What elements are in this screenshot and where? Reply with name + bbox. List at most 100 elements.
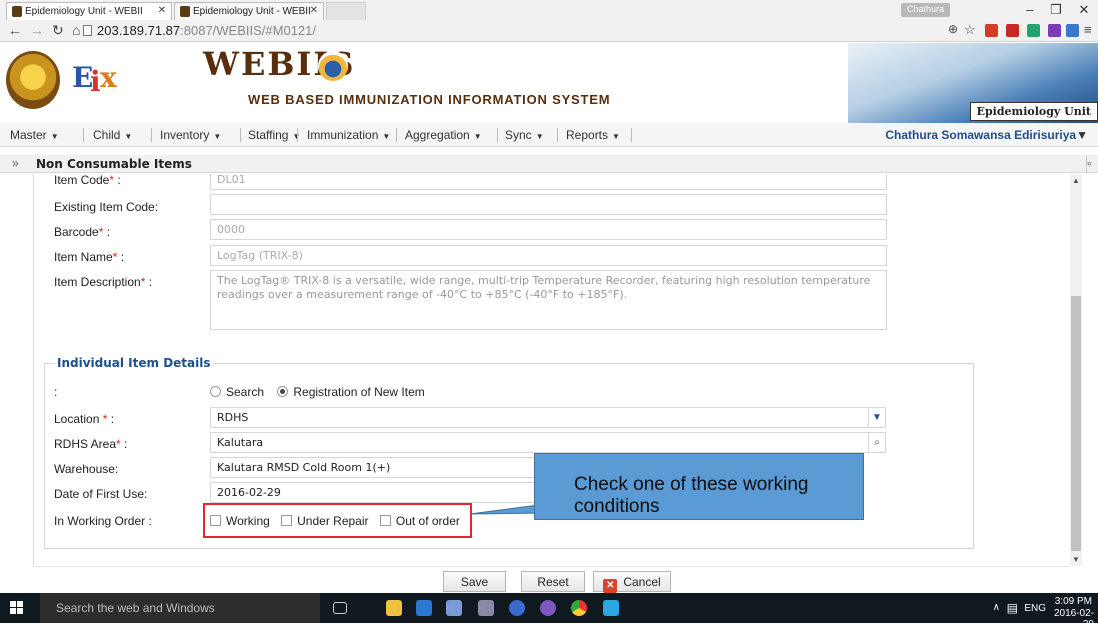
menu-label: Staffing <box>248 128 289 142</box>
language-indicator[interactable]: ENG <box>1024 603 1046 614</box>
menu-sync[interactable]: Sync ▼ <box>505 128 544 142</box>
menu-separator <box>497 128 498 142</box>
file-explorer-icon[interactable] <box>386 600 402 616</box>
mode-radio-group: Search Registration of New Item <box>210 385 425 399</box>
forward-icon[interactable]: → <box>30 22 44 38</box>
close-window-icon[interactable]: ✕ <box>1074 2 1094 18</box>
epidemiology-logo-icon: E i x <box>70 57 128 103</box>
notification-icon[interactable]: ▤ <box>1007 601 1018 615</box>
search-icon[interactable]: ⌕ <box>868 432 886 453</box>
r-app-icon[interactable] <box>509 600 525 616</box>
app-icon[interactable] <box>478 600 494 616</box>
registration-radio[interactable]: Registration of New Item <box>277 385 425 399</box>
bookmark-star-icon[interactable]: ☆ <box>964 22 976 38</box>
extension-icon[interactable] <box>1066 24 1079 37</box>
menu-separator <box>151 128 152 142</box>
menu-aggregation[interactable]: Aggregation ▼ <box>405 128 482 142</box>
back-icon[interactable]: ← <box>8 22 22 38</box>
location-dropdown-icon[interactable]: ▼ <box>868 407 886 428</box>
menu-separator <box>240 128 241 142</box>
warehouse-field[interactable]: Kalutara RMSD Cold Room 1(+) <box>210 457 540 478</box>
highlight-box <box>203 503 472 538</box>
tray-up-icon[interactable]: ∧ <box>993 602 1000 613</box>
reload-icon[interactable]: ↻ <box>52 22 64 39</box>
menu-master[interactable]: Master ▼ <box>10 128 59 142</box>
home-icon[interactable]: ⌂ <box>72 22 80 38</box>
main-menu: Master▼ Child▼ Inventory▼ Staffing▼ Immu… <box>0 123 1098 147</box>
vertical-scrollbar[interactable]: ▲ ▼ <box>1070 174 1082 566</box>
expand-sidebar-icon[interactable]: » <box>12 156 19 170</box>
caret-down-icon: ▼ <box>382 132 391 141</box>
app-icon[interactable] <box>603 600 619 616</box>
radio-circle-selected <box>277 386 289 397</box>
panel-title: Non Consumable Items <box>36 157 192 171</box>
barcode-label: Barcode* : <box>54 225 110 239</box>
label-colon: : <box>107 412 115 426</box>
store-icon[interactable] <box>416 600 432 616</box>
menu-child[interactable]: Child ▼ <box>93 128 132 142</box>
scroll-down-icon[interactable]: ▼ <box>1072 555 1080 564</box>
browser-tab[interactable]: Epidemiology Unit - WEBII ✕ <box>174 2 324 20</box>
taskbar-search[interactable]: Search the web and Windows <box>40 593 320 623</box>
url-host: 203.189.71.87 <box>97 23 181 38</box>
menu-label: Immunization <box>307 128 379 142</box>
scroll-up-icon[interactable]: ▲ <box>1072 176 1080 185</box>
menu-staffing[interactable]: Staffing▼ <box>248 128 300 142</box>
brand-icon <box>318 51 348 81</box>
location-label: Location * : <box>54 412 114 426</box>
save-button[interactable]: Save <box>443 571 506 592</box>
scroll-thumb[interactable] <box>1071 296 1081 551</box>
date-first-use-field[interactable]: 2016-02-29 <box>210 482 540 503</box>
barcode-field[interactable]: 0000 <box>210 219 887 240</box>
restore-icon[interactable]: ❐ <box>1046 2 1066 18</box>
government-emblem-icon <box>6 51 60 109</box>
user-menu[interactable]: Chathura Somawansa Edirisuriya▼ <box>885 128 1088 142</box>
menu-icon[interactable]: ≡ <box>1084 22 1092 37</box>
existing-item-code-label: Existing Item Code: <box>54 200 159 214</box>
zoom-icon[interactable]: ⊕ <box>948 22 958 36</box>
action-bar: Save Reset ✕ Cancel <box>33 566 1070 593</box>
clock-time[interactable]: 3:09 PM <box>1048 596 1092 607</box>
browser-tab-active[interactable]: Epidemiology Unit - WEBII ✕ <box>6 2 172 20</box>
favicon-icon <box>12 6 22 17</box>
task-view-icon[interactable] <box>333 602 347 614</box>
item-name-field[interactable]: LogTag (TRIX-8) <box>210 245 887 266</box>
minimize-icon[interactable]: – <box>1020 2 1040 17</box>
item-description-field[interactable]: The LogTag® TRIX-8 is a versatile, wide … <box>210 270 887 330</box>
app-icon[interactable] <box>446 600 462 616</box>
collapse-panel-icon[interactable]: « <box>1086 155 1098 173</box>
label-colon: : <box>117 250 125 264</box>
cancel-button[interactable]: ✕ Cancel <box>593 571 671 593</box>
unit-label: Epidemiology Unit <box>969 102 1098 121</box>
existing-item-code-field[interactable] <box>210 194 887 215</box>
label-text: Barcode <box>54 225 99 239</box>
extension-icon[interactable] <box>985 24 998 37</box>
reset-button[interactable]: Reset <box>521 571 585 592</box>
item-code-field[interactable]: DL01 <box>210 174 887 190</box>
extension-icon[interactable] <box>1027 24 1040 37</box>
panel-header: » Non Consumable Items « <box>0 155 1098 173</box>
mode-label: : <box>54 385 58 399</box>
new-tab-button[interactable] <box>326 2 366 20</box>
menu-inventory[interactable]: Inventory ▼ <box>160 128 221 142</box>
viber-icon[interactable] <box>540 600 556 616</box>
caret-down-icon: ▼ <box>473 132 482 141</box>
url-field[interactable]: 203.189.71.87:8087/WEBIIS/#M0121/ <box>83 22 877 40</box>
location-select[interactable]: RDHS <box>210 407 869 428</box>
close-tab-icon[interactable]: ✕ <box>310 5 318 16</box>
close-tab-icon[interactable]: ✕ <box>158 5 166 16</box>
cancel-icon: ✕ <box>603 579 618 593</box>
windows-start-icon[interactable] <box>10 601 24 615</box>
search-radio[interactable]: Search <box>210 385 264 399</box>
browser-tab-strip: Epidemiology Unit - WEBII ✕ Epidemiology… <box>0 0 1098 20</box>
onenote-icon[interactable] <box>1048 24 1061 37</box>
menu-immunization[interactable]: Immunization ▼ <box>307 128 390 142</box>
clock-date[interactable]: 2016-02-29 <box>1044 608 1094 630</box>
rdhs-area-field[interactable]: Kalutara <box>210 432 869 453</box>
menu-reports[interactable]: Reports ▼ <box>566 128 620 142</box>
radio-label: Search <box>226 385 265 399</box>
chrome-icon[interactable] <box>571 600 587 616</box>
individual-item-legend: Individual Item Details <box>55 356 213 370</box>
item-name-label: Item Name* : <box>54 250 124 264</box>
gmail-icon[interactable] <box>1006 24 1019 37</box>
